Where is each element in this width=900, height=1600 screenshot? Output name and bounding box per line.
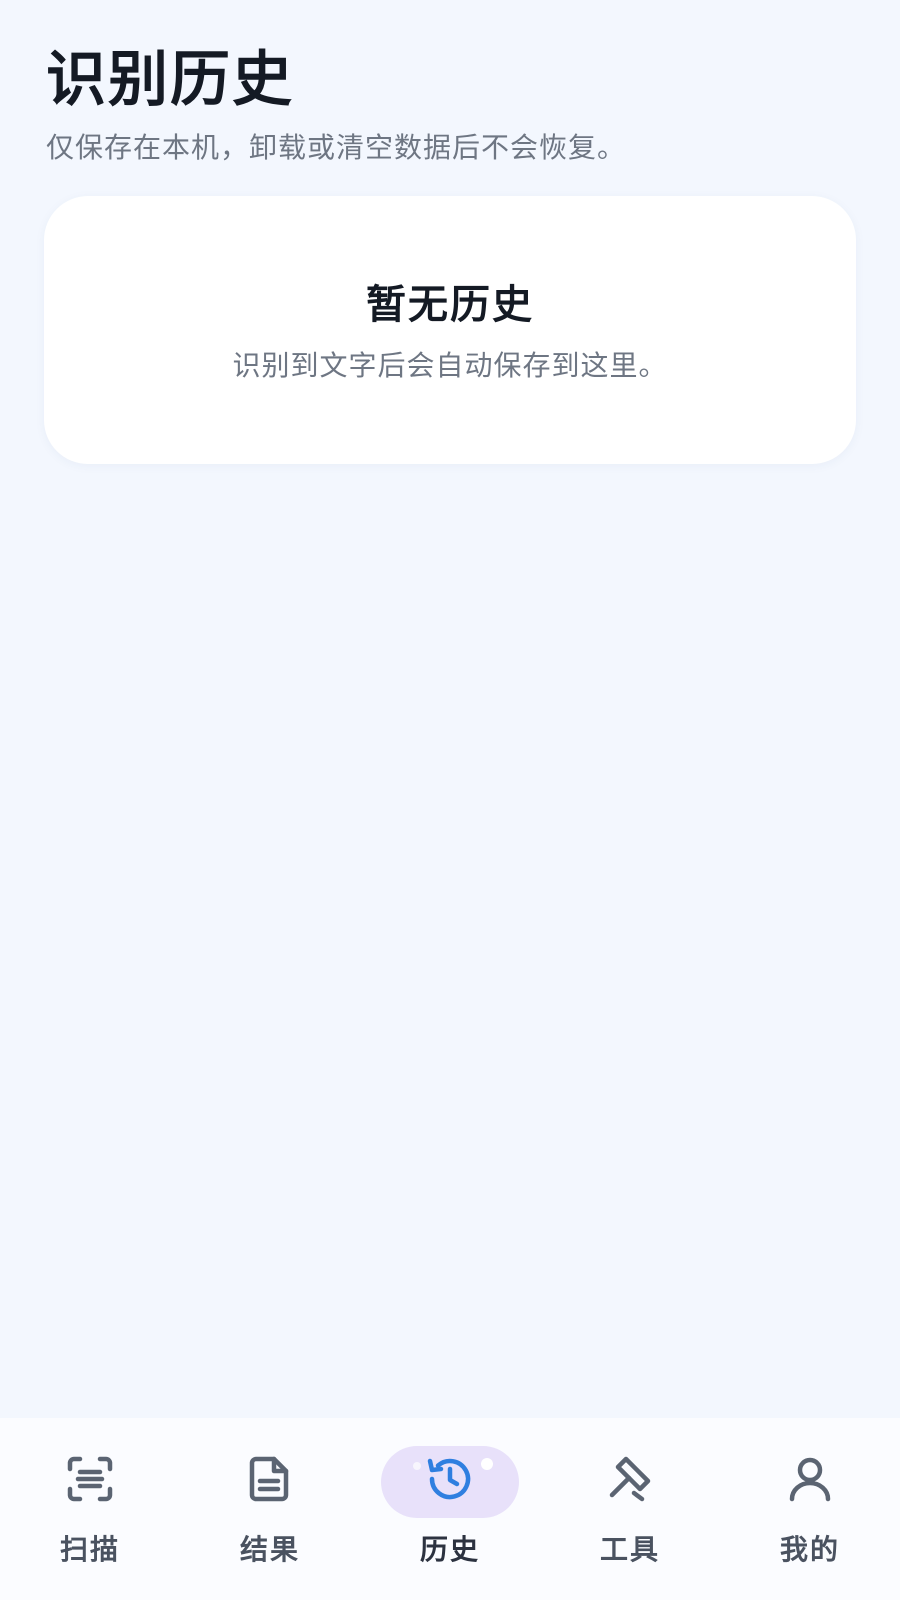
tools-icon [595,1448,665,1510]
tab-label-result: 结果 [239,1533,300,1566]
empty-history-card: 暂无历史 识别到文字后会自动保存到这里。 [44,196,856,464]
history-clock-icon [415,1448,485,1510]
tab-mine[interactable]: 我的 [720,1418,900,1600]
header: 识别历史 仅保存在本机，卸载或清空数据后不会恢复。 [46,40,854,168]
empty-state-description: 识别到文字后会自动保存到这里。 [232,349,668,382]
history-screen: 识别历史 仅保存在本机，卸载或清空数据后不会恢复。 暂无历史 识别到文字后会自动… [0,0,900,1600]
tab-history[interactable]: 历史 [360,1418,540,1600]
tab-scan[interactable]: 扫描 [0,1418,180,1600]
tab-label-history: 历史 [419,1533,480,1566]
bottom-tab-bar: 扫描 结果 历史 工具 我的 [0,1418,900,1600]
page-title: 识别历史 [46,45,294,115]
document-icon [235,1448,305,1510]
tab-label-tools: 工具 [599,1533,660,1566]
tab-label-mine: 我的 [779,1533,840,1566]
empty-state-title: 暂无历史 [366,282,534,328]
tab-tools[interactable]: 工具 [540,1418,720,1600]
scan-icon [55,1448,125,1510]
page-subtitle: 仅保存在本机，卸载或清空数据后不会恢复。 [46,131,627,164]
tab-result[interactable]: 结果 [180,1418,360,1600]
user-icon [775,1448,845,1510]
tab-label-scan: 扫描 [59,1533,120,1566]
